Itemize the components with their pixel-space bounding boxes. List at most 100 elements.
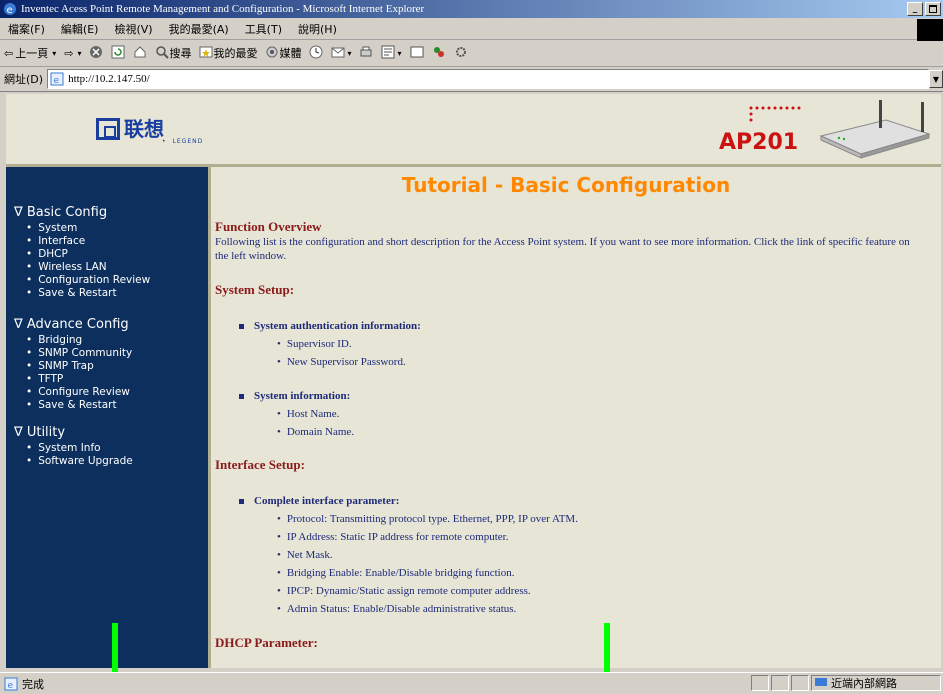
nav-link-dhcp[interactable]: DHCP: [26, 248, 150, 261]
dhcp-parameter-heading: DHCP Parameter:: [215, 635, 318, 650]
address-input[interactable]: e http://10.2.147.50/: [47, 69, 929, 89]
list-item: Net Mask.: [277, 549, 333, 561]
list-item: Bridging Enable: Enable/Disable bridging…: [277, 567, 515, 579]
tools-button[interactable]: [454, 45, 468, 62]
list-item: Domain Name.: [277, 426, 354, 438]
nav-link-system[interactable]: System: [26, 222, 150, 235]
search-button[interactable]: 搜尋: [155, 45, 191, 62]
discuss-icon: [410, 45, 424, 62]
stop-button[interactable]: [89, 45, 103, 62]
edit-icon: [381, 45, 395, 62]
maximize-button[interactable]: [925, 2, 941, 16]
home-button[interactable]: [133, 45, 147, 62]
main-content: Tutorial - Basic Configuration Function …: [211, 167, 941, 668]
mail-icon: [331, 45, 345, 62]
nav-link-tftp[interactable]: TFTP: [26, 373, 132, 386]
status-pane: [751, 675, 769, 691]
back-arrow-icon: ⇦: [4, 46, 14, 60]
refresh-button[interactable]: [111, 45, 125, 62]
status-pane: [771, 675, 789, 691]
function-overview-heading: Function Overview: [215, 219, 322, 234]
logo-subtext: LEGEND: [162, 138, 203, 145]
dropdown-arrow-icon[interactable]: ▾: [52, 49, 56, 58]
nav-link-system-info[interactable]: System Info: [26, 442, 133, 455]
back-button[interactable]: ⇦ 上一頁 ▾: [4, 45, 56, 61]
discuss-button[interactable]: [410, 45, 424, 62]
list-item: Protocol: Transmitting protocol type. Et…: [277, 513, 578, 525]
nav-link-configure-review[interactable]: Configure Review: [26, 386, 132, 399]
svg-text:e: e: [8, 681, 14, 691]
nav-link-configuration-review[interactable]: Configuration Review: [26, 274, 150, 287]
media-button[interactable]: 媒體: [265, 45, 301, 62]
legend-logo-mark-icon: [96, 118, 120, 140]
list-item: New Supervisor Password.: [277, 356, 406, 368]
section-advance-config: ∇ Advance Config Bridging SNMP Community…: [14, 317, 132, 412]
home-icon: [133, 45, 147, 62]
system-auth-bullet: System authentication information:: [239, 320, 421, 332]
section-utility: ∇ Utility System Info Software Upgrade: [14, 425, 133, 468]
menu-bar: 檔案(F) 編輯(E) 檢視(V) 我的最愛(A) 工具(T) 說明(H): [0, 19, 943, 41]
mail-button[interactable]: ▾: [331, 45, 351, 62]
menu-file[interactable]: 檔案(F): [0, 21, 53, 37]
dropdown-arrow-icon[interactable]: ▾: [347, 49, 351, 58]
nav-link-software-upgrade[interactable]: Software Upgrade: [26, 455, 133, 468]
address-dropdown-button[interactable]: ▼: [929, 70, 943, 88]
print-button[interactable]: [359, 45, 373, 62]
menu-help[interactable]: 說明(H): [290, 21, 345, 37]
list-item: Host Name.: [277, 408, 340, 420]
media-icon: [265, 45, 279, 62]
forward-button[interactable]: ⇨ ▾: [64, 47, 81, 60]
section-title[interactable]: ∇ Advance Config: [14, 317, 132, 332]
address-bar: 網址(D) e http://10.2.147.50/ ▼: [0, 67, 943, 92]
list-item: Admin Status: Enable/Disable administrat…: [277, 603, 516, 615]
product-name: AP201: [719, 130, 799, 155]
system-info-bullet: System information:: [239, 390, 350, 402]
nav-sidebar: ∇ Basic Config System Interface DHCP Wir…: [6, 167, 211, 668]
messenger-button[interactable]: [432, 45, 446, 62]
gear-icon: [454, 45, 468, 62]
nav-link-bridging[interactable]: Bridging: [26, 334, 132, 347]
system-setup-heading: System Setup:: [215, 282, 295, 297]
nav-link-snmp-community[interactable]: SNMP Community: [26, 347, 132, 360]
messenger-icon: [432, 45, 446, 62]
history-icon: [309, 45, 323, 62]
dropdown-arrow-icon[interactable]: ▾: [397, 49, 401, 58]
minimize-button[interactable]: _: [907, 2, 923, 16]
logo-text: 联想: [124, 117, 164, 141]
page-icon: e: [50, 72, 64, 86]
dropdown-arrow-icon[interactable]: ▾: [77, 49, 81, 58]
nav-link-wireless-lan[interactable]: Wireless LAN: [26, 261, 150, 274]
address-label: 網址(D): [4, 73, 44, 86]
internet-explorer-icon: e: [3, 2, 17, 16]
page-done-icon: e: [4, 677, 18, 691]
status-pane: [791, 675, 809, 691]
favorites-button[interactable]: 我的最愛: [199, 45, 257, 62]
legend-logo: 联想 LEGEND: [96, 117, 202, 145]
page-viewport: 联想 LEGEND AP201 ∇ Basic Config: [6, 94, 941, 668]
nav-link-snmp-trap[interactable]: SNMP Trap: [26, 360, 132, 373]
menu-tools[interactable]: 工具(T): [237, 21, 290, 37]
address-url: http://10.2.147.50/: [68, 73, 150, 85]
section-title[interactable]: ∇ Basic Config: [14, 205, 150, 220]
section-basic-config: ∇ Basic Config System Interface DHCP Wir…: [14, 205, 150, 300]
menu-view[interactable]: 檢視(V): [106, 21, 160, 37]
history-button[interactable]: [309, 45, 323, 62]
intranet-zone-icon: [815, 676, 827, 691]
list-item: IP Address: Static IP address for remote…: [277, 531, 509, 543]
refresh-icon: [111, 45, 125, 62]
ap201-product-graphic: AP201: [711, 98, 931, 160]
svg-text:e: e: [54, 76, 60, 86]
search-icon: [155, 45, 170, 62]
page-title: Tutorial - Basic Configuration: [401, 173, 731, 197]
stop-icon: [89, 45, 103, 62]
nav-link-save-restart-advanced[interactable]: Save & Restart: [26, 399, 132, 412]
standard-toolbar: ⇦ 上一頁 ▾ ⇨ ▾ 搜尋 我的最愛 媒體 ▾ ▾: [0, 40, 943, 67]
status-done: e 完成: [4, 676, 44, 692]
menu-favorites[interactable]: 我的最愛(A): [161, 21, 237, 37]
window-titlebar[interactable]: e Inventec Acess Point Remote Management…: [0, 0, 943, 18]
section-title[interactable]: ∇ Utility: [14, 425, 133, 440]
nav-link-interface[interactable]: Interface: [26, 235, 150, 248]
nav-link-save-restart[interactable]: Save & Restart: [26, 287, 150, 300]
edit-button[interactable]: ▾: [381, 45, 402, 62]
menu-edit[interactable]: 編輯(E): [53, 21, 107, 37]
